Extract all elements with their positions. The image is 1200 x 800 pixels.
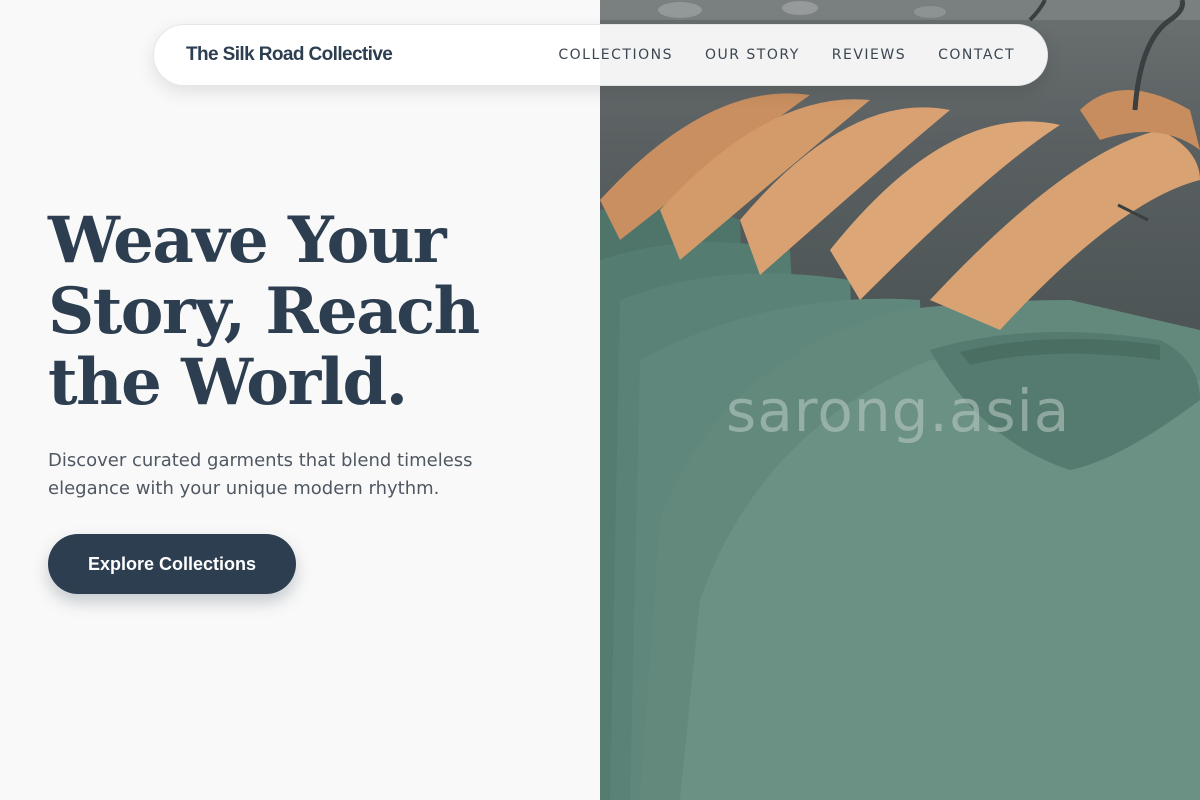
explore-collections-button[interactable]: Explore Collections [48,534,296,594]
brand-logo[interactable]: The Silk Road Collective [186,44,393,66]
nav-link-collections[interactable]: COLLECTIONS [558,47,673,63]
hero-headline: Weave Your Story, Reach the World. [48,203,480,420]
nav-link-our-story[interactable]: OUR STORY [705,47,800,63]
nav-link-contact[interactable]: CONTACT [938,47,1015,63]
top-navigation: The Silk Road Collective COLLECTIONS OUR… [153,24,1048,86]
watermark-text: sarong.asia [726,377,1071,445]
nav-links: COLLECTIONS OUR STORY REVIEWS CONTACT [558,47,1015,63]
hero-image: sarong.asia [600,0,1200,800]
nav-link-reviews[interactable]: REVIEWS [832,47,906,63]
hero-subtitle: Discover curated garments that blend tim… [48,450,473,499]
